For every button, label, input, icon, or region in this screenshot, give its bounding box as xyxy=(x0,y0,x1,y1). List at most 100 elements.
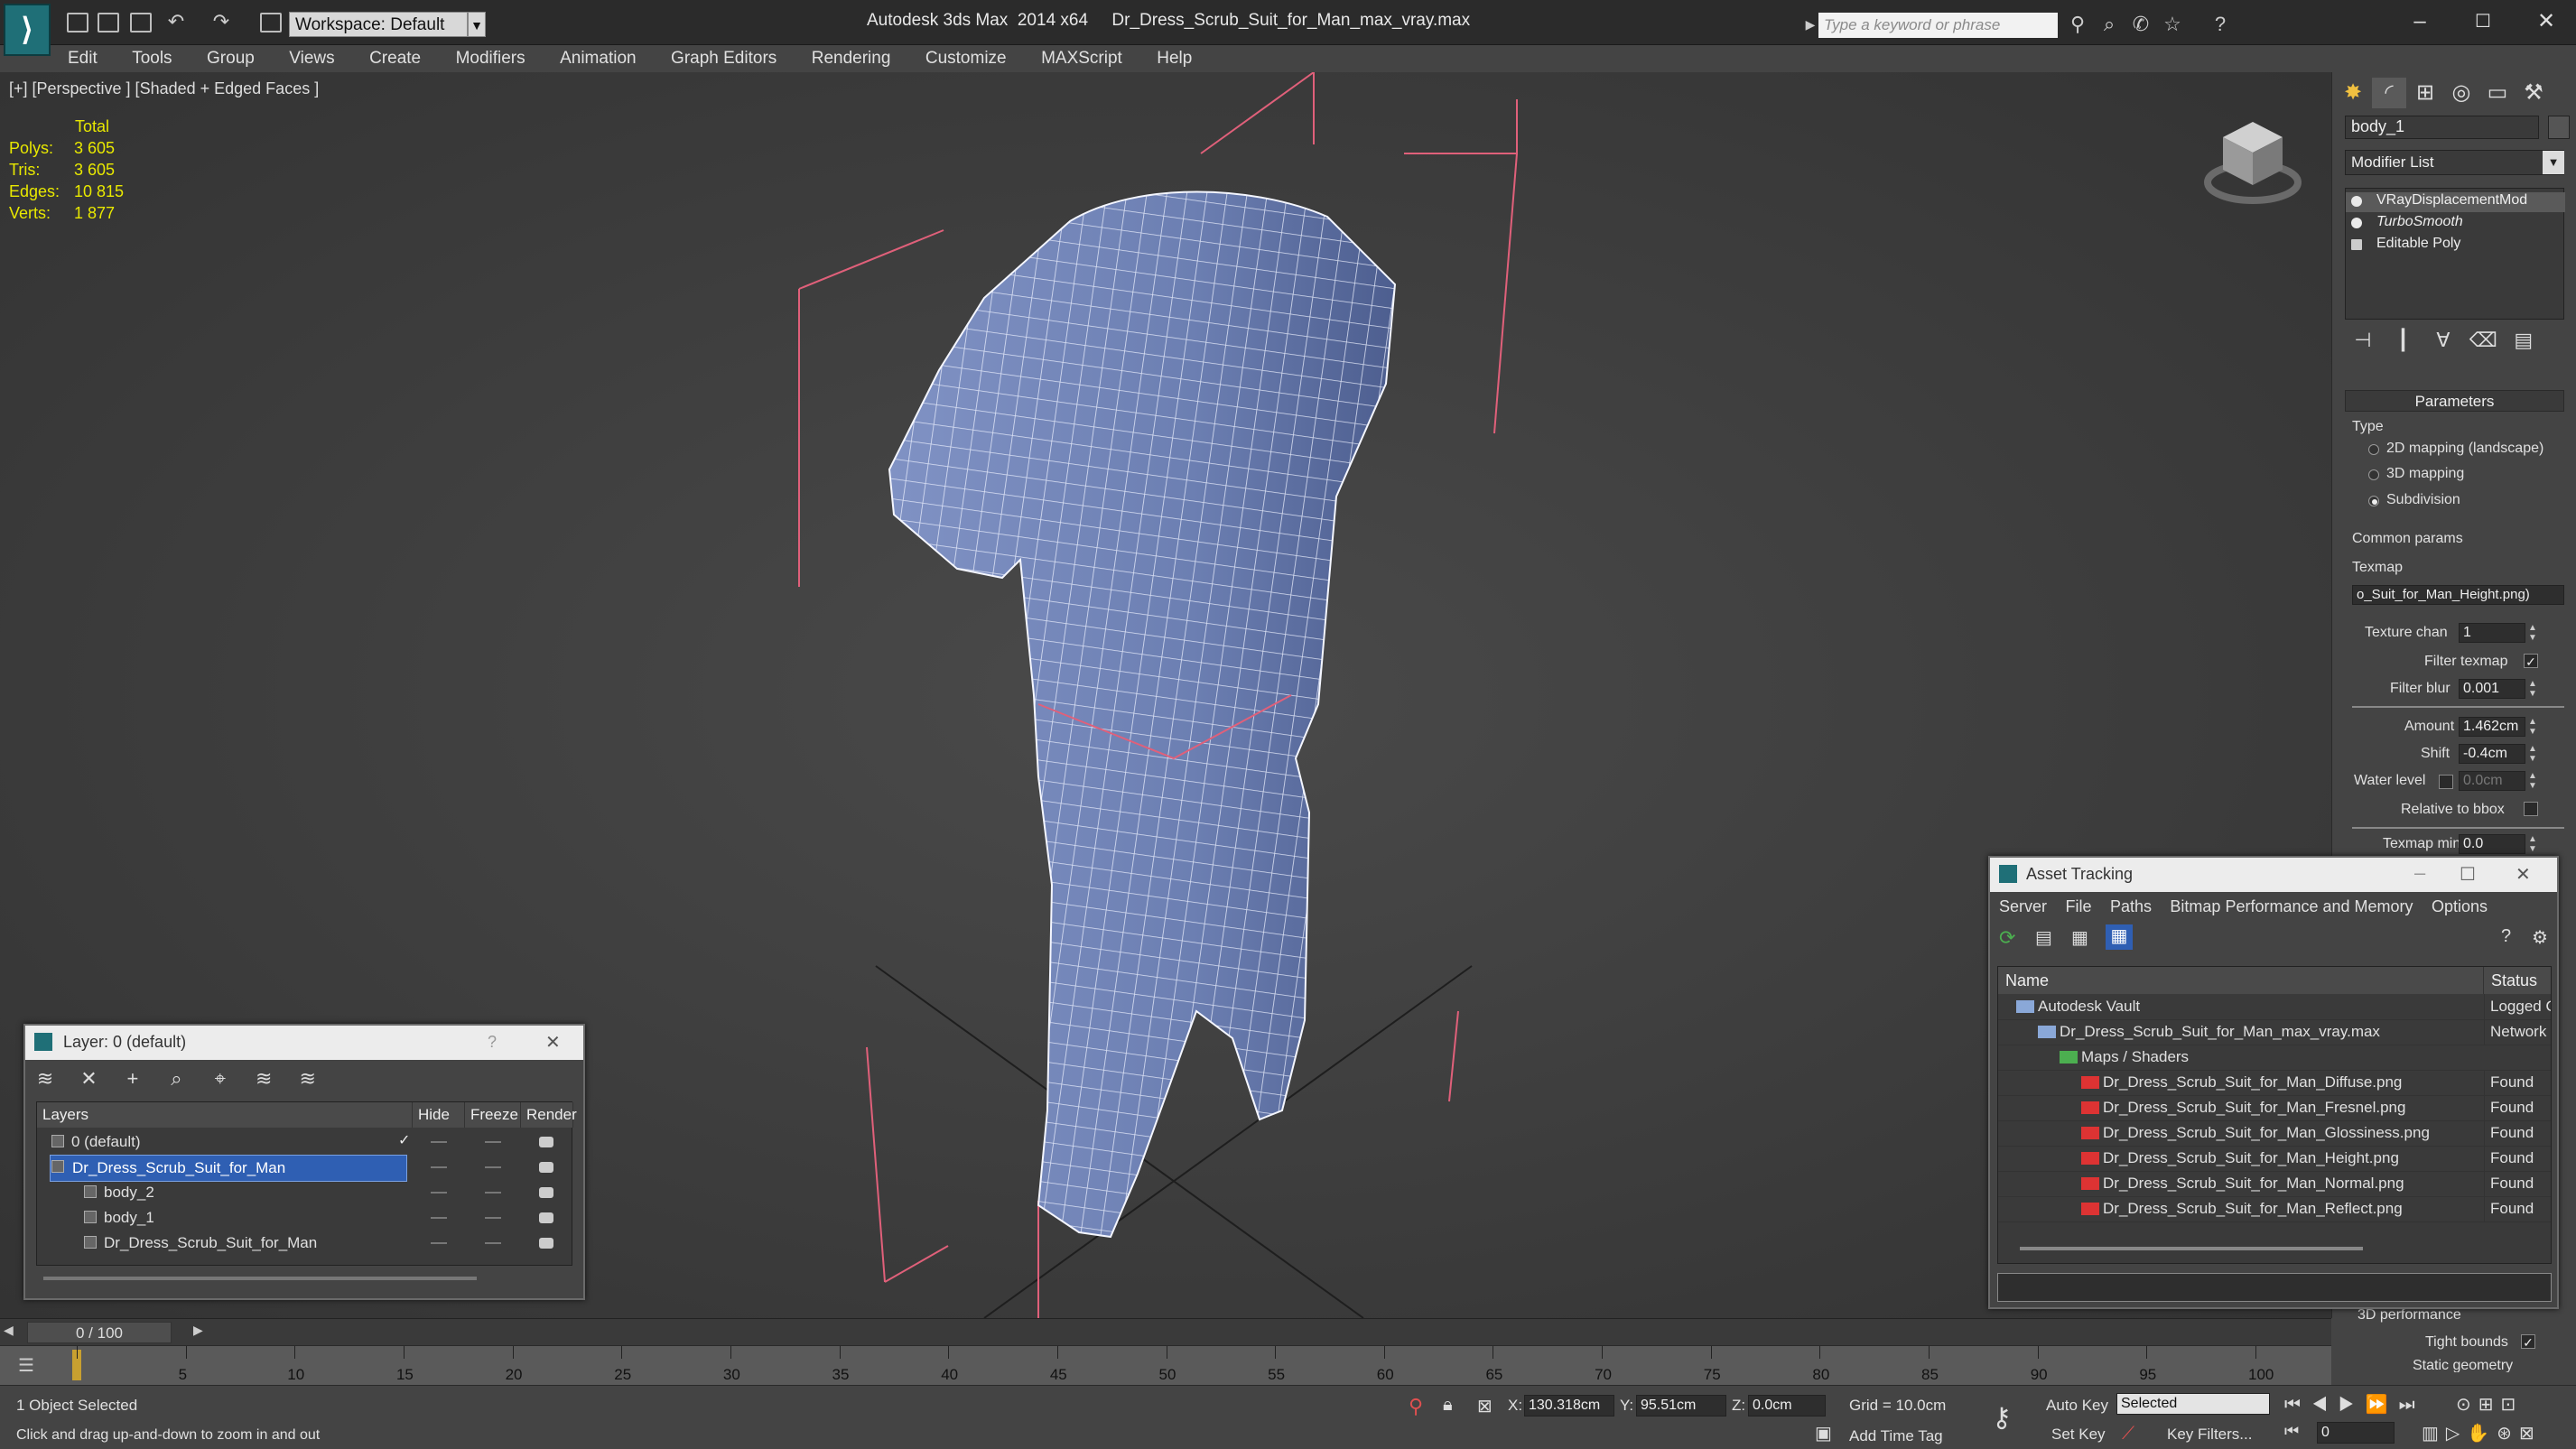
freeze-toggle[interactable] xyxy=(485,1242,501,1244)
asset-row[interactable]: Maps / Shaders xyxy=(1998,1045,2551,1071)
freeze-toggle[interactable] xyxy=(485,1217,501,1219)
favorites-star-icon[interactable]: ☆ xyxy=(2162,14,2182,34)
freeze-toggle[interactable] xyxy=(485,1192,501,1194)
asset-row[interactable]: Dr_Dress_Scrub_Suit_for_Man_Height.png Fo… xyxy=(1998,1146,2551,1172)
viewport-navigation-controls[interactable]: ⊙⊞⊡ xyxy=(2456,1393,2523,1416)
search-input[interactable]: Type a keyword or phrase xyxy=(1818,13,2058,38)
layer-name[interactable]: 0 (default) xyxy=(50,1129,405,1155)
layer-row[interactable]: Dr_Dress_Scrub_Suit_for_Man xyxy=(37,1231,573,1256)
playback-controls[interactable]: ⏮◀▶⏩⏭ xyxy=(2284,1393,2426,1416)
active-layer-check-icon[interactable]: ✓ xyxy=(398,1131,410,1149)
render-teapot-icon[interactable] xyxy=(539,1187,553,1198)
remove-modifier-icon[interactable]: ⌫ xyxy=(2465,329,2501,352)
hide-toggle[interactable] xyxy=(431,1166,447,1168)
texmap-button[interactable]: o_Suit_for_Man_Height.png) xyxy=(2352,585,2564,605)
layer-name[interactable]: body_2 xyxy=(82,1180,405,1205)
mini-curve-editor-icon[interactable]: ☰ xyxy=(18,1354,45,1378)
relative-bbox-checkbox[interactable] xyxy=(2524,802,2538,816)
key-mode-icon[interactable]: ⏮ xyxy=(2284,1422,2299,1441)
texmap-min-spinner[interactable]: 0.0 xyxy=(2459,834,2525,854)
water-level-spinner[interactable]: 0.0cm xyxy=(2459,771,2525,791)
layer-name[interactable]: body_1 xyxy=(82,1205,405,1231)
time-slider[interactable]: ◀ 0 / 100 ▶ xyxy=(0,1318,2331,1345)
close-button[interactable]: ✕ xyxy=(545,1031,561,1054)
communication-icon[interactable]: ✆ xyxy=(2131,14,2151,34)
menu-graph-editors[interactable]: Graph Editors xyxy=(671,49,777,69)
menu-customize[interactable]: Customize xyxy=(925,49,1007,69)
menu-help[interactable]: Help xyxy=(1157,49,1192,69)
menu-views[interactable]: Views xyxy=(289,49,334,69)
menu-edit[interactable]: Edit xyxy=(68,49,98,69)
spinner-arrows-icon[interactable]: ▲ ▼ xyxy=(2527,679,2538,699)
auto-key-button[interactable]: Auto Key xyxy=(2046,1397,2108,1415)
hide-toggle[interactable] xyxy=(431,1192,447,1194)
x-coordinate-field[interactable]: 130.318cm xyxy=(1524,1395,1614,1416)
modify-tab-icon[interactable]: ◜ xyxy=(2372,78,2406,108)
tight-bounds-checkbox[interactable]: ✓ xyxy=(2521,1334,2535,1350)
help-button[interactable]: ? xyxy=(488,1033,497,1052)
layer-name[interactable]: Dr_Dress_Scrub_Suit_for_Man xyxy=(50,1155,407,1182)
redo-icon[interactable]: ↷ xyxy=(211,12,231,32)
table-view-icon[interactable]: ▦ xyxy=(2106,924,2133,950)
spinner-arrows-icon[interactable]: ▲ ▼ xyxy=(2527,771,2538,791)
configure-sets-icon[interactable]: ▤ xyxy=(2506,329,2542,352)
hierarchy-tab-icon[interactable]: ⊞ xyxy=(2408,78,2442,108)
freeze-toggle[interactable] xyxy=(485,1141,501,1143)
layer-name[interactable]: Dr_Dress_Scrub_Suit_for_Man xyxy=(82,1231,405,1256)
render-teapot-icon[interactable] xyxy=(539,1137,553,1147)
close-button[interactable]: ✕ xyxy=(2516,863,2531,886)
set-key-button[interactable]: Set Key xyxy=(2051,1426,2106,1444)
selection-set-dropdown[interactable]: Selected xyxy=(2116,1393,2270,1415)
asset-path-field[interactable] xyxy=(1997,1273,2552,1302)
new-file-icon[interactable] xyxy=(67,13,88,33)
refresh-icon[interactable]: ⟳ xyxy=(1999,926,2021,949)
asset-row[interactable]: Dr_Dress_Scrub_Suit_for_Man_Reflect.png F… xyxy=(1998,1196,2551,1222)
workspace-dropdown[interactable]: Workspace: Default xyxy=(289,12,468,37)
layer-window-title[interactable]: Layer: 0 (default) ? ✕ xyxy=(25,1026,583,1060)
stack-item-editable-poly[interactable]: Editable Poly xyxy=(2346,236,2565,255)
layer-row[interactable]: body_1 xyxy=(37,1205,573,1231)
tree-view-icon[interactable]: ▦ xyxy=(2071,926,2093,948)
asset-row[interactable]: Dr_Dress_Scrub_Suit_for_Man_max_vray.max… xyxy=(1998,1019,2551,1045)
viewport-label[interactable]: [+] [Perspective ] [Shaded + Edged Faces… xyxy=(9,79,319,98)
lightbulb-icon[interactable] xyxy=(2351,196,2362,207)
pin-stack-icon[interactable]: ⊣ xyxy=(2345,329,2381,352)
create-tab-icon[interactable]: ✸ xyxy=(2336,78,2370,108)
key-icon[interactable]: ⚷ xyxy=(1992,1402,2012,1434)
select-in-layer-icon[interactable]: ⌕ xyxy=(156,1067,196,1091)
app-logo-icon[interactable]: ⟩ xyxy=(4,4,51,56)
stack-item-vraydisplacement[interactable]: VRayDisplacementMod xyxy=(2346,192,2565,212)
hide-toggle[interactable] xyxy=(431,1242,447,1244)
show-end-result-icon[interactable]: ┃ xyxy=(2385,329,2421,352)
parameters-rollout[interactable]: Parameters xyxy=(2345,390,2564,412)
menu-file[interactable]: File xyxy=(2065,897,2091,916)
viewport-navigation-controls-2[interactable]: ▥▷✋⊛⊠ xyxy=(2422,1422,2542,1444)
menu-create[interactable]: Create xyxy=(369,49,421,69)
menu-animation[interactable]: Animation xyxy=(560,49,637,69)
menu-server[interactable]: Server xyxy=(1999,897,2047,916)
render-teapot-icon[interactable] xyxy=(539,1238,553,1249)
stack-item-turbosmooth[interactable]: TurboSmooth xyxy=(2346,214,2565,234)
column-render[interactable]: Render xyxy=(521,1102,577,1128)
motion-tab-icon[interactable]: ◎ xyxy=(2444,78,2478,108)
modifier-list-dropdown[interactable]: Modifier List xyxy=(2345,150,2564,175)
set-key-icon[interactable]: ⟋ xyxy=(2122,1424,2134,1444)
column-freeze[interactable]: Freeze xyxy=(465,1102,521,1128)
filter-blur-spinner[interactable]: 0.001 xyxy=(2459,679,2525,699)
help-icon[interactable]: ? xyxy=(2210,14,2230,34)
layer-row[interactable]: 0 (default) xyxy=(37,1129,573,1155)
minimize-button[interactable]: – xyxy=(2393,4,2447,40)
play-arrow-icon[interactable]: ▶ xyxy=(1800,14,1820,34)
maximize-button[interactable]: ☐ xyxy=(2456,4,2510,40)
menu-rendering[interactable]: Rendering xyxy=(812,49,891,69)
radio-2d-mapping[interactable] xyxy=(2368,444,2379,455)
texture-chan-spinner[interactable]: 1 xyxy=(2459,623,2525,643)
display-tab-icon[interactable]: ▭ xyxy=(2480,78,2515,108)
help-icon[interactable]: ? xyxy=(2501,926,2523,948)
horizontal-scrollbar[interactable] xyxy=(43,1277,477,1280)
time-tag-icon[interactable]: ▣ xyxy=(1815,1422,1832,1444)
y-coordinate-field[interactable]: 95.51cm xyxy=(1636,1395,1726,1416)
delete-layer-icon[interactable]: ✕ xyxy=(69,1067,108,1091)
binoculars-icon[interactable]: ⚲ xyxy=(2068,14,2088,34)
layer-row[interactable]: body_2 xyxy=(37,1180,573,1205)
